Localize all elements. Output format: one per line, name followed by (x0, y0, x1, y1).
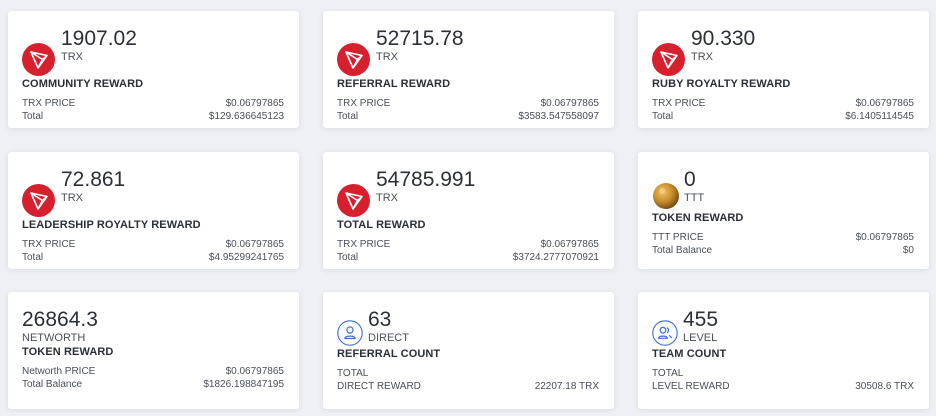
price-row: TRX PRICE $0.06797865 (22, 97, 284, 110)
leadership-royalty-reward-card: 72.861 TRX LEADERSHIP ROYALTY REWARD TRX… (8, 152, 299, 269)
total-row: TOTAL (337, 367, 599, 380)
level-reward-row: LEVEL REWARD 30508.6 TRX (652, 380, 914, 393)
reward-amount: 0 (684, 168, 696, 191)
total-value: $3724.2777070921 (512, 252, 599, 263)
direct-reward-value: 22207.18 TRX (534, 381, 599, 392)
total-row: TOTAL (652, 367, 914, 380)
price-row: TRX PRICE $0.06797865 (652, 97, 914, 110)
direct-reward-row: DIRECT REWARD 22207.18 TRX (337, 380, 599, 393)
price-value: $0.06797865 (540, 239, 599, 250)
reward-amount: 90.330 (691, 27, 756, 50)
price-label: TTT PRICE (652, 232, 704, 243)
total-value: $0 (902, 245, 914, 256)
card-label: COMMUNITY REWARD (22, 78, 144, 90)
price-label: TRX PRICE (22, 239, 76, 250)
price-value: $0.06797865 (855, 98, 914, 109)
price-value: $0.06797865 (225, 98, 284, 109)
tron-icon (652, 43, 685, 76)
total-row: Total $129.636645123 (22, 110, 284, 123)
direct-reward-label: DIRECT REWARD (337, 381, 421, 392)
total-row: Total $6.1405114545 (652, 110, 914, 123)
users-icon (652, 320, 678, 346)
total-row: Total Balance $0 (652, 244, 914, 257)
total-row: Total $3724.2777070921 (337, 251, 599, 264)
reward-unit: TTT (684, 192, 705, 204)
price-row: TTT PRICE $0.06797865 (652, 231, 914, 244)
user-icon (337, 320, 363, 346)
price-row: TRX PRICE $0.06797865 (337, 238, 599, 251)
reward-amount: 72.861 (61, 168, 126, 191)
level-reward-label: LEVEL REWARD (652, 381, 730, 392)
price-label: TRX PRICE (652, 98, 706, 109)
card-label: TEAM COUNT (652, 348, 727, 360)
total-label: Total (337, 111, 359, 122)
price-row: TRX PRICE $0.06797865 (337, 97, 599, 110)
reward-unit: NETWORTH (22, 332, 86, 344)
total-row: Total $4.95299241765 (22, 251, 284, 264)
level-reward-value: 30508.6 TRX (855, 381, 914, 392)
card-label: TOTAL REWARD (337, 219, 426, 231)
total-value: $6.1405114545 (845, 111, 914, 122)
count-amount: 63 (368, 308, 392, 331)
card-label: REFERRAL REWARD (337, 78, 451, 90)
reward-amount: 54785.991 (376, 168, 476, 191)
team-count-card: 455 LEVEL TEAM COUNT TOTAL LEVEL REWARD 3… (638, 292, 929, 409)
card-label: REFERRAL COUNT (337, 348, 441, 360)
price-value: $0.06797865 (225, 366, 284, 377)
networth-token-reward-card: 26864.3 NETWORTH TOKEN REWARD Networth P… (8, 292, 299, 409)
coin-icon (652, 182, 680, 210)
reward-unit: TRX (376, 192, 398, 204)
tron-icon (337, 184, 370, 217)
price-label: TRX PRICE (337, 239, 391, 250)
tron-icon (337, 43, 370, 76)
total-value: $1826.198847195 (203, 379, 284, 390)
price-value: $0.06797865 (225, 239, 284, 250)
reward-amount: 1907.02 (61, 27, 137, 50)
total-label: Total (22, 252, 44, 263)
total-label: Total Balance (22, 379, 83, 390)
total-label: TOTAL (652, 368, 684, 379)
price-label: Networth PRICE (22, 366, 96, 377)
reward-unit: TRX (61, 192, 83, 204)
reward-unit: TRX (376, 51, 398, 63)
community-reward-card: 1907.02 TRX COMMUNITY REWARD TRX PRICE $0… (8, 11, 299, 128)
total-label: Total (337, 252, 359, 263)
total-row: Total $3583.547558097 (337, 110, 599, 123)
price-label: TRX PRICE (22, 98, 76, 109)
card-label: TOKEN REWARD (22, 346, 114, 358)
total-reward-card: 54785.991 TRX TOTAL REWARD TRX PRICE $0.0… (323, 152, 614, 269)
total-label: TOTAL (337, 368, 369, 379)
price-value: $0.06797865 (540, 98, 599, 109)
total-value: $3583.547558097 (518, 111, 599, 122)
card-label: TOKEN REWARD (652, 212, 744, 224)
tron-icon (22, 43, 55, 76)
reward-amount: 52715.78 (376, 27, 464, 50)
ruby-royalty-reward-card: 90.330 TRX RUBY ROYALTY REWARD TRX PRICE… (638, 11, 929, 128)
total-label: Total (22, 111, 44, 122)
count-unit: DIRECT (368, 332, 409, 344)
total-row: Total Balance $1826.198847195 (22, 378, 284, 391)
referral-count-card: 63 DIRECT REFERRAL COUNT TOTAL DIRECT RE… (323, 292, 614, 409)
price-row: TRX PRICE $0.06797865 (22, 238, 284, 251)
tron-icon (22, 184, 55, 217)
token-reward-card: 0 TTT TOKEN REWARD TTT PRICE $0.06797865 … (638, 152, 929, 269)
total-value: $4.95299241765 (208, 252, 284, 263)
reward-unit: TRX (691, 51, 713, 63)
price-label: TRX PRICE (337, 98, 391, 109)
referral-reward-card: 52715.78 TRX REFERRAL REWARD TRX PRICE $0… (323, 11, 614, 128)
count-amount: 455 (683, 308, 719, 331)
total-label: Total Balance (652, 245, 713, 256)
price-row: Networth PRICE $0.06797865 (22, 365, 284, 378)
card-label: LEADERSHIP ROYALTY REWARD (22, 219, 201, 231)
price-value: $0.06797865 (855, 232, 914, 243)
total-value: $129.636645123 (208, 111, 284, 122)
reward-unit: TRX (61, 51, 83, 63)
card-label: RUBY ROYALTY REWARD (652, 78, 791, 90)
reward-amount: 26864.3 (22, 308, 98, 331)
total-label: Total (652, 111, 674, 122)
count-unit: LEVEL (683, 332, 718, 344)
